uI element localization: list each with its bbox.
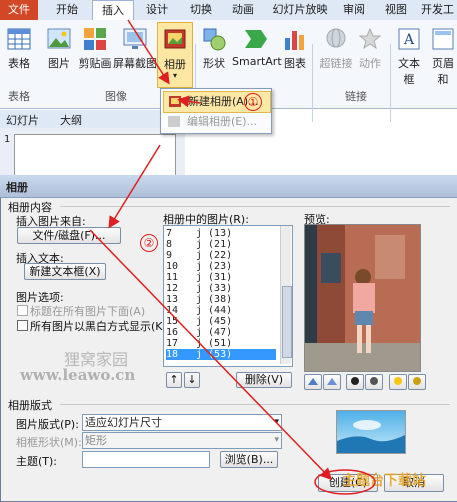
arrow-to-create	[89, 229, 333, 481]
arrow-to-new-album	[177, 95, 201, 108]
create-highlight-circle	[314, 469, 376, 495]
step2-badge: ②	[140, 234, 158, 252]
step1-badge: ①	[244, 93, 262, 111]
arrow-to-album	[127, 19, 170, 85]
arrow-to-file-disk	[108, 144, 161, 229]
tutorial-arrows	[89, 19, 376, 495]
